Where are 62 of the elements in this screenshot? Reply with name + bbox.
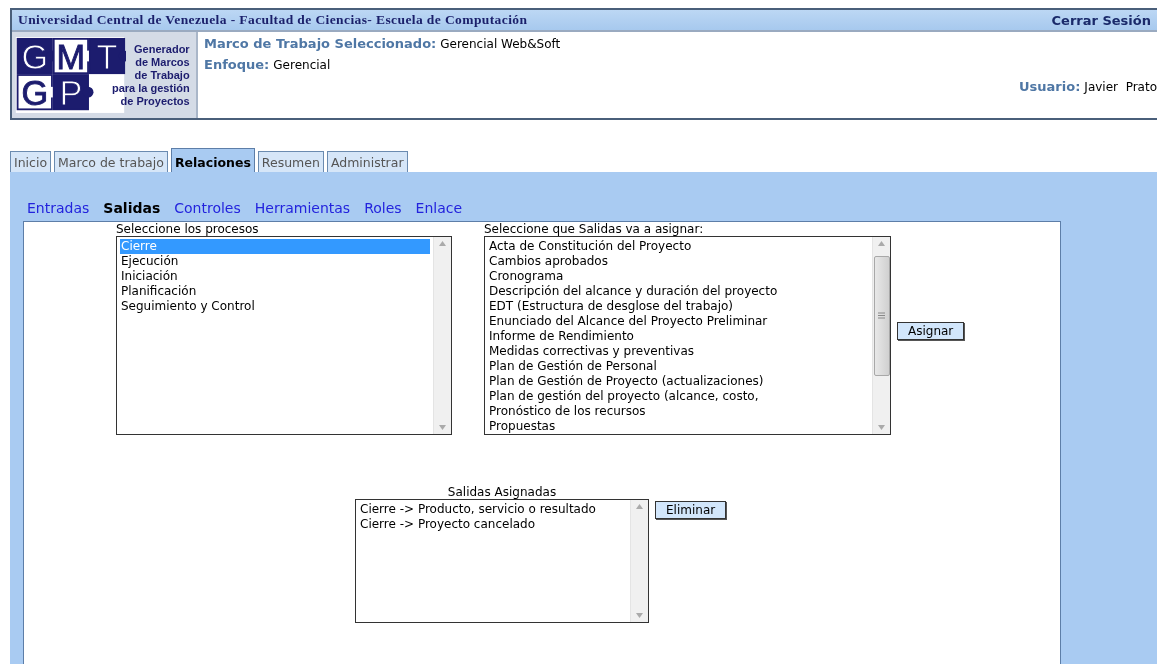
- scroll-thumb[interactable]: [873, 255, 890, 376]
- section-link[interactable]: Salidas: [103, 200, 161, 216]
- scroll-up-icon[interactable]: [636, 504, 643, 509]
- outputs-label: Seleccione que Salidas va a asignar:: [484, 222, 704, 236]
- section-link[interactable]: Herramientas: [254, 200, 351, 216]
- grip-icon: [878, 312, 885, 319]
- user-name: Javier Prato: [1084, 80, 1157, 94]
- institution-title: Universidad Central de Venezuela - Facultad de Ciencias- Escuela de Computación: [18, 12, 528, 28]
- nav-tab[interactable]: Marco de trabajo: [54, 151, 168, 172]
- nav-tab[interactable]: Resumen: [257, 151, 324, 172]
- logout-link[interactable]: Cerrar Sesión: [1051, 12, 1151, 28]
- scrollbar[interactable]: [630, 500, 648, 622]
- nav-tab[interactable]: Administrar: [326, 151, 408, 172]
- scroll-down-icon[interactable]: [439, 425, 446, 430]
- scroll-up-icon[interactable]: [439, 241, 446, 246]
- outputs-listbox[interactable]: [484, 236, 891, 435]
- output-option[interactable]: Plan de Gestión de Personal: [488, 359, 869, 374]
- nav-tab[interactable]: Inicio: [10, 151, 52, 172]
- approach-value: Gerencial: [273, 58, 331, 72]
- logo-caption: de Proyectos: [120, 94, 190, 108]
- process-option[interactable]: Planificación: [120, 284, 430, 299]
- section-link[interactable]: Entradas: [27, 200, 90, 216]
- output-option[interactable]: Acta de Constitución del Proyecto: [488, 239, 869, 254]
- user-label: Usuario:: [1019, 79, 1081, 94]
- scroll-down-icon[interactable]: [636, 613, 643, 618]
- assigned-listbox[interactable]: Cierre -> Producto, servicio o resultado Cierre -> Proyecto cancelado: [355, 499, 649, 623]
- scrollbar[interactable]: [433, 237, 451, 434]
- output-option[interactable]: Enunciado del Alcance del Proyecto Preliminar: [488, 314, 869, 329]
- framework-label: Marco de Trabajo Seleccionado:: [204, 36, 437, 51]
- approach-label: Enfoque:: [204, 57, 270, 72]
- output-option[interactable]: Descripción del alcance y duración del proyecto: [488, 284, 869, 299]
- output-option[interactable]: Pronóstico de los recursos: [488, 404, 869, 419]
- output-option[interactable]: Medidas correctivas y preventivas: [488, 344, 869, 359]
- output-option[interactable]: Cronograma: [488, 269, 869, 284]
- logo-caption: de Marcos: [135, 55, 190, 69]
- processes-label: Seleccione los procesos: [116, 222, 259, 236]
- scroll-up-icon[interactable]: [878, 241, 885, 246]
- output-option[interactable]: Plan de Gestión de Proyecto (actualizaciones): [488, 374, 869, 389]
- assigned-option[interactable]: Cierre -> Producto, servicio o resultado: [359, 502, 627, 517]
- process-option[interactable]: Seguimiento y Control: [120, 299, 430, 314]
- process-option[interactable]: Ejecución: [120, 254, 430, 269]
- output-option[interactable]: Plan de gestión del proyecto (alcance, costo,: [488, 389, 869, 404]
- output-option[interactable]: Cambios aprobados: [488, 254, 869, 269]
- scroll-down-icon[interactable]: [878, 425, 885, 430]
- scrollbar[interactable]: [872, 237, 890, 434]
- output-option[interactable]: Informe de Rendimiento: [488, 329, 869, 344]
- assigned-option[interactable]: Cierre -> Proyecto cancelado: [359, 517, 627, 532]
- logo-caption: de Trabajo: [134, 68, 190, 82]
- assigned-label: Salidas Asignadas: [447, 485, 557, 499]
- section-link[interactable]: Enlace: [415, 200, 463, 216]
- assign-button[interactable]: Asignar: [897, 322, 965, 340]
- logo-caption: para la gestión: [112, 81, 190, 95]
- framework-value: Gerencial Web&Soft: [440, 37, 561, 51]
- output-option[interactable]: EDT (Estructura de desglose del trabajo): [488, 299, 869, 314]
- section-link[interactable]: Controles: [174, 200, 241, 216]
- processes-listbox[interactable]: Cierre Ejecución Iniciación Planificación Seguimiento y Control: [116, 236, 452, 435]
- delete-button[interactable]: Eliminar: [655, 501, 727, 519]
- process-option[interactable]: Iniciación: [120, 269, 430, 284]
- logo-caption: Generador: [134, 42, 190, 56]
- nav-tab[interactable]: Relaciones: [170, 148, 255, 172]
- output-option[interactable]: Propuestas: [488, 419, 869, 434]
- section-link[interactable]: Roles: [364, 200, 402, 216]
